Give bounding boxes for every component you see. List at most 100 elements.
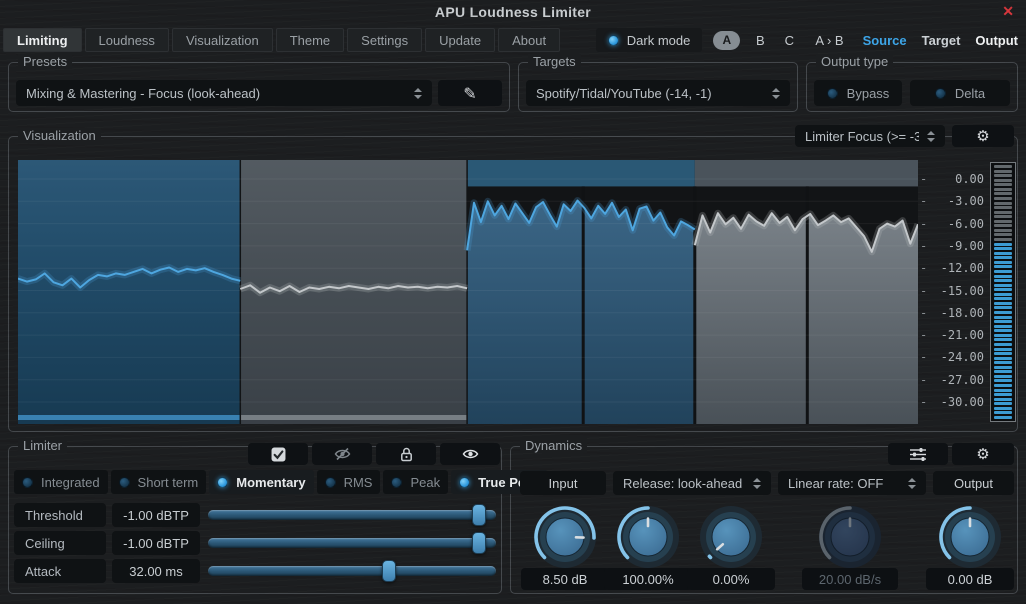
measure-integrated[interactable]: Integrated [14, 470, 108, 494]
meter-segment [994, 366, 1012, 369]
meter-segment [994, 320, 1012, 323]
measure-momentary[interactable]: Momentary [209, 470, 313, 494]
slider-handle[interactable] [472, 504, 486, 526]
presets-legend: Presets [18, 54, 72, 69]
targets-legend: Targets [528, 54, 581, 69]
tab-about[interactable]: About [498, 28, 560, 52]
input-gain-value[interactable]: 8.50 dB [521, 568, 609, 590]
linear-rate-value[interactable]: 20.00 dB/s [802, 568, 898, 590]
ceiling-value[interactable]: -1.00 dBTP [112, 531, 200, 555]
attack-value[interactable]: 32.00 ms [112, 559, 200, 583]
gear-icon: ⚙ [976, 445, 989, 463]
measure-short-term[interactable]: Short term [111, 470, 207, 494]
spinner-icon [927, 131, 935, 142]
spinner-icon [772, 88, 780, 99]
attack-slider[interactable] [208, 559, 496, 583]
threshold-value[interactable]: -1.00 dBTP [112, 503, 200, 527]
dynamics-amount-value[interactable]: 0.00% [687, 568, 775, 590]
chart-y-axis: -0.00--3.00--6.00--9.00--12.00--15.00--1… [920, 160, 984, 424]
linear-rate-select[interactable]: Linear rate: OFF [778, 471, 926, 495]
axis-label: --24.00 [920, 350, 984, 364]
dark-mode-toggle[interactable]: Dark mode [596, 28, 703, 52]
threshold-label: Threshold [14, 503, 106, 527]
lock-icon [400, 447, 413, 462]
slider-track[interactable] [208, 510, 496, 520]
tab-limiting[interactable]: Limiting [3, 28, 82, 52]
meter-segment [994, 348, 1012, 351]
monitor-target-button[interactable]: Target [920, 33, 963, 48]
slider-track[interactable] [208, 566, 496, 576]
delta-toggle[interactable]: Delta [910, 80, 1010, 106]
meter-segment [994, 297, 1012, 300]
dynamics-tune-button[interactable] [888, 443, 948, 465]
measure-rms[interactable]: RMS [317, 470, 381, 494]
limiter-show-button[interactable] [440, 443, 500, 465]
output-gain-knob[interactable] [937, 504, 1003, 570]
main-tabs: Limiting Loudness Visualization Theme Se… [3, 28, 560, 52]
dynamics-input-label: Input [520, 471, 606, 495]
dynamics-settings-button[interactable]: ⚙ [952, 443, 1014, 465]
meter-segment [994, 197, 1012, 200]
meter-segment [994, 179, 1012, 182]
meter-segment [994, 183, 1012, 186]
meter-segment [994, 279, 1012, 282]
release-amount-knob[interactable] [615, 504, 681, 570]
measure-label: Integrated [41, 475, 100, 490]
tab-theme[interactable]: Theme [276, 28, 344, 52]
ab-slot-a[interactable]: A [713, 31, 740, 50]
meter-segment [994, 370, 1012, 373]
delta-led-icon [935, 88, 946, 99]
tab-loudness[interactable]: Loudness [85, 28, 169, 52]
measure-peak[interactable]: Peak [383, 470, 448, 494]
close-icon[interactable]: ✕ [1002, 3, 1014, 20]
target-select[interactable]: Spotify/Tidal/YouTube (-14, -1) [526, 80, 790, 106]
tab-settings[interactable]: Settings [347, 28, 422, 52]
slider-track[interactable] [208, 538, 496, 548]
axis-label: -0.00 [920, 172, 984, 186]
output-gain-value[interactable]: 0.00 dB [926, 568, 1014, 590]
slider-handle[interactable] [472, 532, 486, 554]
monitor-output-button[interactable]: Output [973, 33, 1020, 48]
ab-slot-b[interactable]: B [751, 33, 769, 48]
preset-edit-button[interactable]: ✎ [438, 80, 502, 106]
threshold-slider[interactable] [208, 503, 496, 527]
slider-handle[interactable] [382, 560, 396, 582]
attack-label: Attack [14, 559, 106, 583]
title-bar: APU Loudness Limiter ✕ [0, 0, 1026, 26]
release-select[interactable]: Release: look-ahead [613, 471, 771, 495]
gear-icon: ⚙ [976, 127, 989, 145]
preset-select[interactable]: Mixing & Mastering - Focus (look-ahead) [16, 80, 432, 106]
ceiling-slider[interactable] [208, 531, 496, 555]
linear-rate-knob[interactable] [817, 504, 883, 570]
ceiling-label: Ceiling [14, 531, 106, 555]
tab-visualization[interactable]: Visualization [172, 28, 273, 52]
meter-segment [994, 407, 1012, 410]
limiter-enable-button[interactable] [248, 443, 308, 465]
ab-slot-c[interactable]: C [780, 33, 798, 48]
limiter-lock-button[interactable] [376, 443, 436, 465]
visualization-settings-button[interactable]: ⚙ [952, 125, 1014, 147]
monitor-source-button[interactable]: Source [861, 33, 909, 48]
limiter-focus-select[interactable]: Limiter Focus (>= -30) [795, 125, 945, 147]
meter-segment [994, 192, 1012, 195]
input-gain-knob[interactable] [532, 504, 598, 570]
axis-label: --30.00 [920, 395, 984, 409]
axis-label: --3.00 [920, 194, 984, 208]
meter-segment [994, 233, 1012, 236]
measure-led-icon [119, 477, 130, 488]
pencil-icon: ✎ [463, 84, 476, 103]
bypass-toggle[interactable]: Bypass [814, 80, 902, 106]
meter-segment [994, 170, 1012, 173]
release-amount-value[interactable]: 100.00% [604, 568, 692, 590]
tab-update[interactable]: Update [425, 28, 495, 52]
visualization-legend: Visualization [18, 128, 101, 143]
measure-led-icon [459, 477, 470, 488]
limiter-hide-source-button[interactable] [312, 443, 372, 465]
ab-copy-button[interactable]: A › B [809, 33, 849, 48]
meter-segment [994, 256, 1012, 259]
dynamics-amount-knob[interactable] [698, 504, 764, 570]
level-meter [990, 162, 1016, 422]
meter-segment [994, 402, 1012, 405]
bypass-led-icon [827, 88, 838, 99]
meter-segment [994, 334, 1012, 337]
